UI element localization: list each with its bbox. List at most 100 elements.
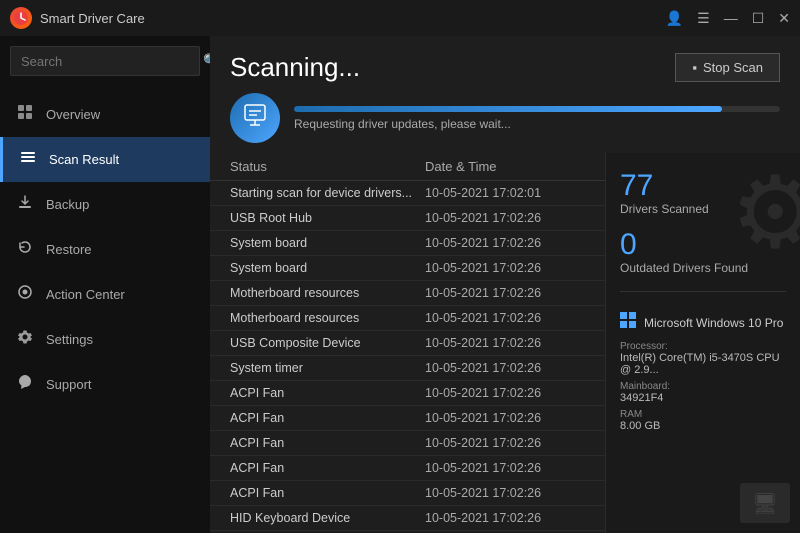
stop-scan-button[interactable]: ▪ Stop Scan <box>675 53 780 82</box>
sidebar-item-backup-label: Backup <box>46 197 89 212</box>
app-logo <box>10 7 32 29</box>
outdated-found-block: 0 Outdated Drivers Found <box>620 228 786 275</box>
system-thumbnail: 🖥 <box>740 483 790 523</box>
sidebar-item-scan-result[interactable]: Scan Result <box>0 137 210 182</box>
row-status: Motherboard resources <box>230 286 425 300</box>
row-datetime: 10-05-2021 17:02:26 <box>425 386 585 400</box>
scan-header: Scanning... ▪ Stop Scan <box>210 36 800 93</box>
sidebar-item-restore[interactable]: Restore <box>0 227 210 272</box>
row-datetime: 10-05-2021 17:02:26 <box>425 411 585 425</box>
row-status: HID Keyboard Device <box>230 511 425 525</box>
stop-icon: ▪ <box>692 60 697 75</box>
right-panel: ⚙ 77 Drivers Scanned 0 Outdated Drivers … <box>605 153 800 533</box>
action-center-icon <box>16 284 34 305</box>
progress-text: Requesting driver updates, please wait..… <box>294 117 780 131</box>
mainboard-value: 34921F4 <box>620 392 786 404</box>
sidebar-item-backup[interactable]: Backup <box>0 182 210 227</box>
progress-right: Requesting driver updates, please wait..… <box>294 106 780 131</box>
overview-icon <box>16 104 34 125</box>
sidebar-item-overview[interactable]: Overview <box>0 92 210 137</box>
settings-icon <box>16 329 34 350</box>
restore-icon <box>16 239 34 260</box>
main-layout: 🔍 Overview <box>0 36 800 533</box>
ram-value: 8.00 GB <box>620 420 786 432</box>
row-status: ACPI Fan <box>230 386 425 400</box>
drivers-scanned-label: Drivers Scanned <box>620 202 786 216</box>
row-status: ACPI Fan <box>230 486 425 500</box>
stop-scan-label: Stop Scan <box>703 60 763 75</box>
table-row: USB Root Hub10-05-2021 17:02:26 <box>210 206 605 231</box>
row-datetime: 10-05-2021 17:02:26 <box>425 236 585 250</box>
table-row: ACPI Fan10-05-2021 17:02:26 <box>210 456 605 481</box>
sidebar-item-settings[interactable]: Settings <box>0 317 210 362</box>
table-row: System timer10-05-2021 17:02:26 <box>210 356 605 381</box>
row-datetime: 10-05-2021 17:02:26 <box>425 311 585 325</box>
row-datetime: 10-05-2021 17:02:26 <box>425 286 585 300</box>
mainboard-label: Mainboard: <box>620 381 786 392</box>
row-status: USB Root Hub <box>230 211 425 225</box>
progress-area: Requesting driver updates, please wait..… <box>210 93 800 153</box>
sidebar-item-action-center-label: Action Center <box>46 287 125 302</box>
outdated-found-number: 0 <box>620 228 786 261</box>
support-icon <box>16 374 34 395</box>
sidebar-item-support-label: Support <box>46 377 92 392</box>
row-datetime: 10-05-2021 17:02:26 <box>425 361 585 375</box>
row-status: Motherboard resources <box>230 311 425 325</box>
minimize-button[interactable]: — <box>724 10 738 26</box>
table-row: HID Keyboard Device10-05-2021 17:02:26 <box>210 506 605 531</box>
table-row: Motherboard resources10-05-2021 17:02:26 <box>210 281 605 306</box>
table-row: Motherboard resources10-05-2021 17:02:26 <box>210 306 605 331</box>
ram-label: RAM <box>620 409 786 420</box>
table-row: System board10-05-2021 17:02:26 <box>210 231 605 256</box>
sidebar-item-restore-label: Restore <box>46 242 92 257</box>
user-icon[interactable]: 👤 <box>666 10 683 27</box>
row-status: ACPI Fan <box>230 411 425 425</box>
sidebar-item-support[interactable]: Support <box>0 362 210 407</box>
row-status: Starting scan for device drivers... <box>230 186 425 200</box>
backup-icon <box>16 194 34 215</box>
window-controls: 👤 ☰ — ☐ ✕ <box>666 10 790 27</box>
table-row: ACPI Fan10-05-2021 17:02:26 <box>210 406 605 431</box>
row-datetime: 10-05-2021 17:02:26 <box>425 436 585 450</box>
sidebar-nav: Overview Scan Result <box>0 92 210 407</box>
menu-icon[interactable]: ☰ <box>697 10 710 27</box>
row-status: System timer <box>230 361 425 375</box>
scanner-icon-container <box>230 93 280 143</box>
sidebar: 🔍 Overview <box>0 36 210 533</box>
search-input[interactable] <box>21 54 197 69</box>
row-datetime: 10-05-2021 17:02:26 <box>425 336 585 350</box>
maximize-button[interactable]: ☐ <box>752 10 765 27</box>
content-split: Status Date & Time Starting scan for dev… <box>210 153 800 533</box>
row-status: ACPI Fan <box>230 461 425 475</box>
processor-value: Intel(R) Core(TM) i5-3470S CPU @ 2.9... <box>620 352 786 376</box>
row-datetime: 10-05-2021 17:02:26 <box>425 211 585 225</box>
scan-title: Scanning... <box>230 52 360 83</box>
row-datetime: 10-05-2021 17:02:01 <box>425 186 585 200</box>
close-button[interactable]: ✕ <box>778 10 790 27</box>
scan-table: Status Date & Time Starting scan for dev… <box>210 153 605 533</box>
os-name: Microsoft Windows 10 Pro <box>644 316 783 330</box>
drivers-scanned-number: 77 <box>620 169 786 202</box>
row-datetime: 10-05-2021 17:02:26 <box>425 486 585 500</box>
scan-result-icon <box>19 149 37 170</box>
row-datetime: 10-05-2021 17:02:26 <box>425 261 585 275</box>
sidebar-item-scan-result-label: Scan Result <box>49 152 119 167</box>
table-row: System board10-05-2021 17:02:26 <box>210 256 605 281</box>
sidebar-item-action-center[interactable]: Action Center <box>0 272 210 317</box>
row-status: System board <box>230 261 425 275</box>
col-header-datetime: Date & Time <box>425 159 585 174</box>
table-row: USB Composite Device10-05-2021 17:02:26 <box>210 331 605 356</box>
table-header: Status Date & Time <box>210 153 605 181</box>
row-status: ACPI Fan <box>230 436 425 450</box>
scanner-icon <box>241 101 269 135</box>
content-area: Scanning... ▪ Stop Scan <box>210 36 800 533</box>
row-datetime: 10-05-2021 17:02:26 <box>425 511 585 525</box>
title-bar: Smart Driver Care 👤 ☰ — ☐ ✕ <box>0 0 800 36</box>
sidebar-item-settings-label: Settings <box>46 332 93 347</box>
os-row: Microsoft Windows 10 Pro <box>620 312 786 333</box>
sidebar-item-overview-label: Overview <box>46 107 100 122</box>
scan-rows-container[interactable]: Starting scan for device drivers...10-05… <box>210 181 605 533</box>
progress-bar-track <box>294 106 780 112</box>
col-header-status: Status <box>230 159 425 174</box>
search-box[interactable]: 🔍 <box>10 46 200 76</box>
